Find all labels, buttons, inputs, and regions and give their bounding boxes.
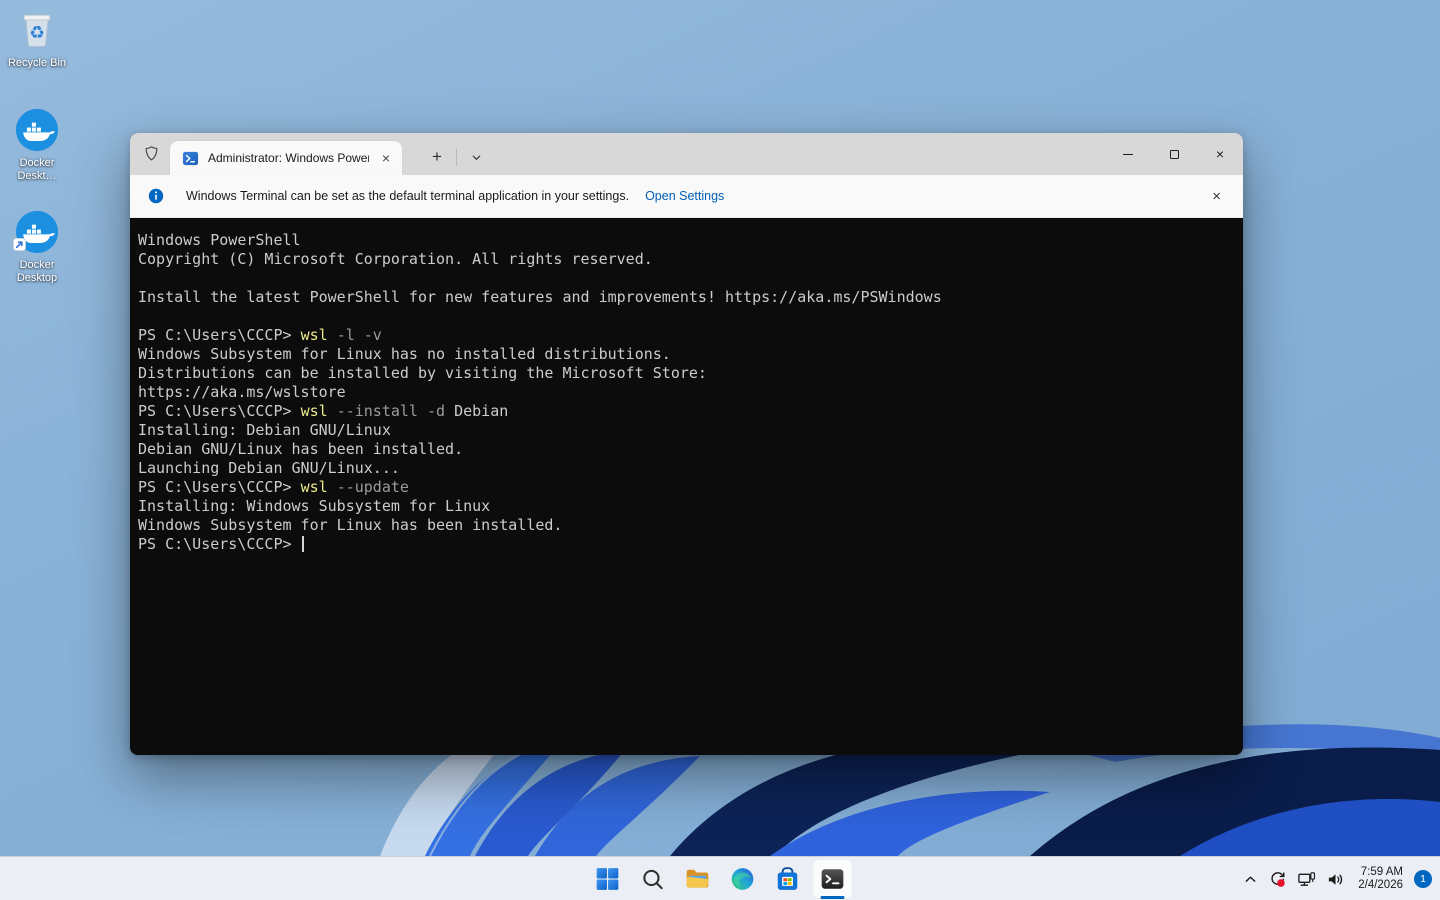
terminal-line: PS C:\Users\CCCP> wsl --install -d Debia… <box>138 402 1235 421</box>
docker-icon <box>0 106 74 154</box>
new-tab-button[interactable]: + <box>424 144 450 170</box>
terminal-line: Windows Subsystem for Linux has no insta… <box>138 345 1235 364</box>
windows-update-icon[interactable] <box>1265 866 1290 893</box>
text-cursor <box>302 536 304 552</box>
terminal-line: Install the latest PowerShell for new fe… <box>138 288 1235 307</box>
tray-chevron-up-icon[interactable] <box>1240 868 1261 891</box>
taskbar: 7:59 AM 2/4/2026 1 <box>0 856 1440 900</box>
notification-badge[interactable]: 1 <box>1414 870 1432 888</box>
clock-time: 7:59 AM <box>1358 866 1403 880</box>
system-tray: 7:59 AM 2/4/2026 1 <box>1240 857 1432 900</box>
desktop-icon-docker-desktop[interactable]: DockerDeskt… <box>0 106 74 183</box>
desktop-icon-label: DockerDeskt… <box>0 157 74 183</box>
terminal-output[interactable]: Windows PowerShellCopyright (C) Microsof… <box>130 218 1243 755</box>
network-icon[interactable] <box>1294 866 1319 893</box>
terminal-line: PS C:\Users\CCCP> <box>138 535 1235 554</box>
desktop-icon-recycle-bin[interactable]: ♻ Recycle Bin <box>0 6 74 70</box>
terminal-line: Debian GNU/Linux has been installed. <box>138 440 1235 459</box>
default-terminal-banner: Windows Terminal can be set as the defau… <box>130 175 1243 218</box>
minimize-icon <box>1123 154 1133 155</box>
maximize-icon <box>1170 150 1179 159</box>
terminal-line: Launching Debian GNU/Linux... <box>138 459 1235 478</box>
desktop-icon-docker-desktop-shortcut[interactable]: DockerDesktop <box>0 208 74 285</box>
taskbar-file-explorer-button[interactable] <box>678 859 718 899</box>
terminal-line <box>138 269 1235 288</box>
tab-dropdown-button[interactable] <box>463 144 489 170</box>
info-icon <box>148 188 164 204</box>
desktop-icon-label: Recycle Bin <box>0 57 74 70</box>
taskbar-start-button[interactable] <box>588 859 628 899</box>
banner-close-icon[interactable]: × <box>1206 186 1227 207</box>
clock[interactable]: 7:59 AM 2/4/2026 <box>1358 866 1403 893</box>
tab-separator <box>456 149 457 166</box>
banner-message: Windows Terminal can be set as the defau… <box>186 189 629 203</box>
terminal-line: PS C:\Users\CCCP> wsl -l -v <box>138 326 1235 345</box>
recycle-icon: ♻ <box>0 6 74 54</box>
terminal-line: Distributions can be installed by visiti… <box>138 364 1235 383</box>
docker-icon <box>0 208 74 256</box>
taskbar-microsoft-store-button[interactable] <box>768 859 808 899</box>
terminal-line <box>138 307 1235 326</box>
terminal-line: Copyright (C) Microsoft Corporation. All… <box>138 250 1235 269</box>
open-settings-link[interactable]: Open Settings <box>645 189 724 203</box>
terminal-line: Windows Subsystem for Linux has been ins… <box>138 516 1235 535</box>
shortcut-arrow-icon <box>13 238 26 256</box>
window-titlebar[interactable]: Administrator: Windows PowerShell × + × <box>130 133 1243 175</box>
terminal-line: https://aka.ms/wslstore <box>138 383 1235 402</box>
taskbar-search-button[interactable] <box>633 859 673 899</box>
maximize-button[interactable] <box>1151 133 1197 175</box>
powershell-icon <box>182 150 199 167</box>
desktop-icon-label: DockerDesktop <box>0 259 74 285</box>
volume-icon[interactable] <box>1323 866 1348 893</box>
svg-text:♻: ♻ <box>29 23 45 43</box>
terminal-line: Installing: Windows Subsystem for Linux <box>138 497 1235 516</box>
tab-close-icon[interactable]: × <box>378 150 394 166</box>
terminal-window: Administrator: Windows PowerShell × + × … <box>130 133 1243 755</box>
tab-title: Administrator: Windows PowerShell <box>208 151 369 165</box>
minimize-button[interactable] <box>1105 133 1151 175</box>
tab-powershell[interactable]: Administrator: Windows PowerShell × <box>170 141 402 175</box>
taskbar-terminal-button[interactable] <box>813 859 853 899</box>
taskbar-edge-button[interactable] <box>723 859 763 899</box>
terminal-line: PS C:\Users\CCCP> wsl --update <box>138 478 1235 497</box>
terminal-line: Windows PowerShell <box>138 231 1235 250</box>
clock-date: 2/4/2026 <box>1358 879 1403 893</box>
admin-shield-icon <box>143 145 160 167</box>
close-button[interactable]: × <box>1197 133 1243 175</box>
terminal-line: Installing: Debian GNU/Linux <box>138 421 1235 440</box>
